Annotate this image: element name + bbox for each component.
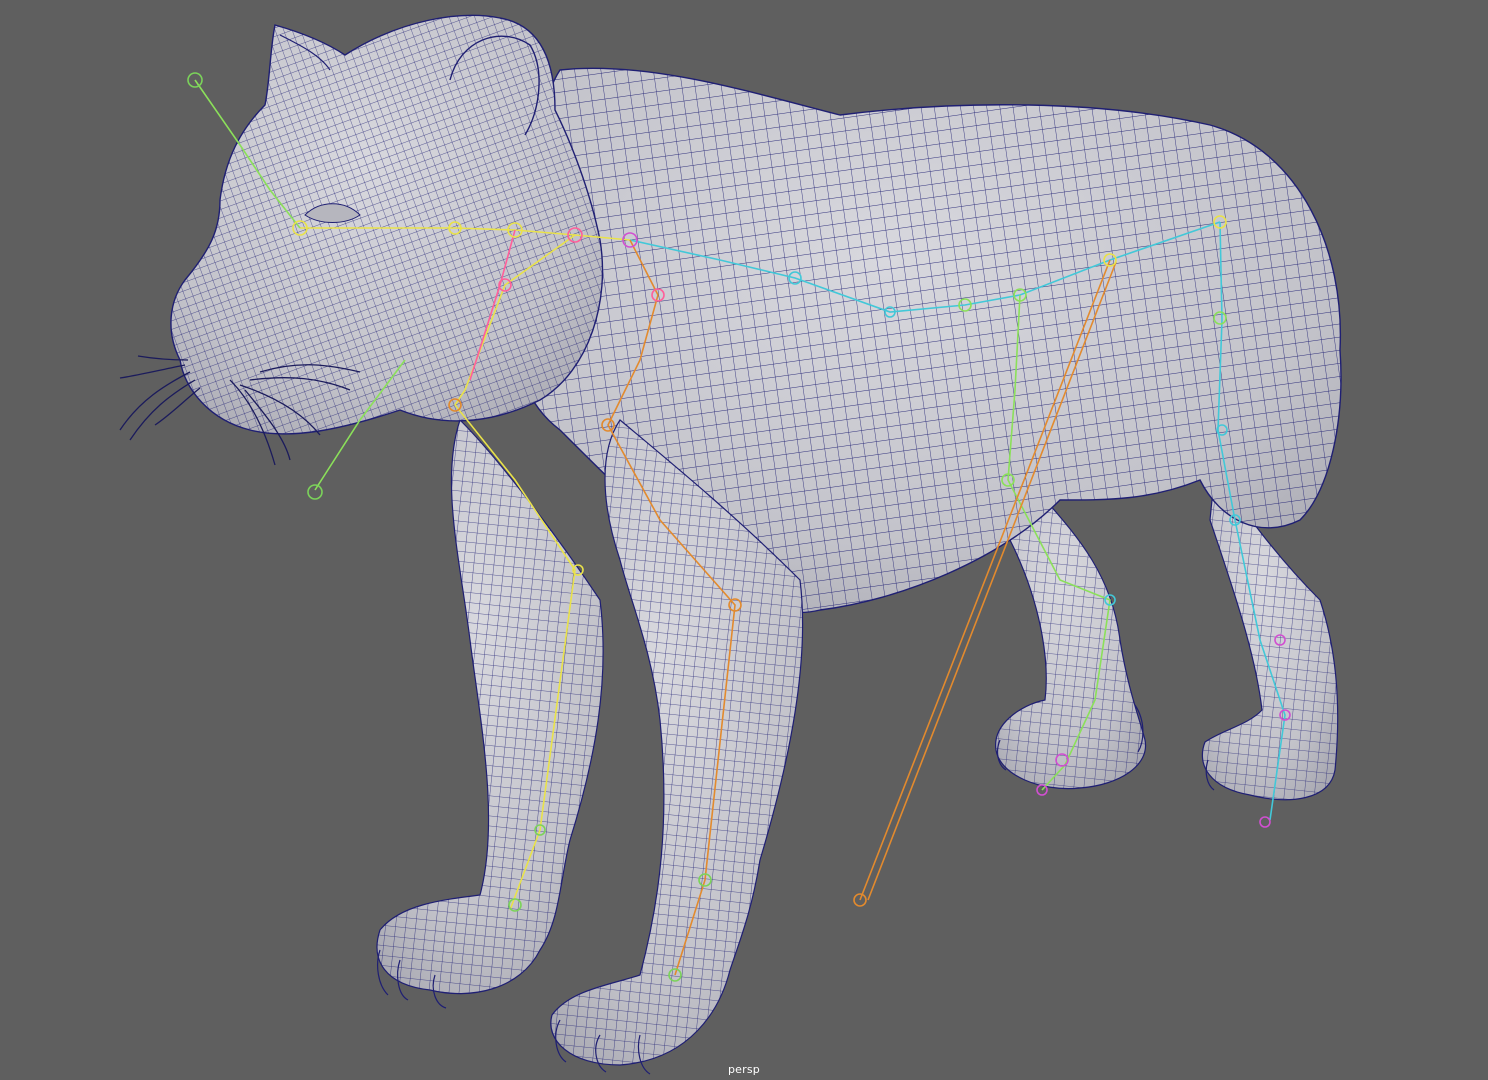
- tiger-model-wireframe[interactable]: [0, 0, 1488, 1080]
- camera-name-label: persp: [728, 1063, 760, 1076]
- head-mesh[interactable]: [170, 14, 604, 435]
- front-left-leg[interactable]: [376, 418, 604, 995]
- maya-viewport[interactable]: persp: [0, 0, 1488, 1080]
